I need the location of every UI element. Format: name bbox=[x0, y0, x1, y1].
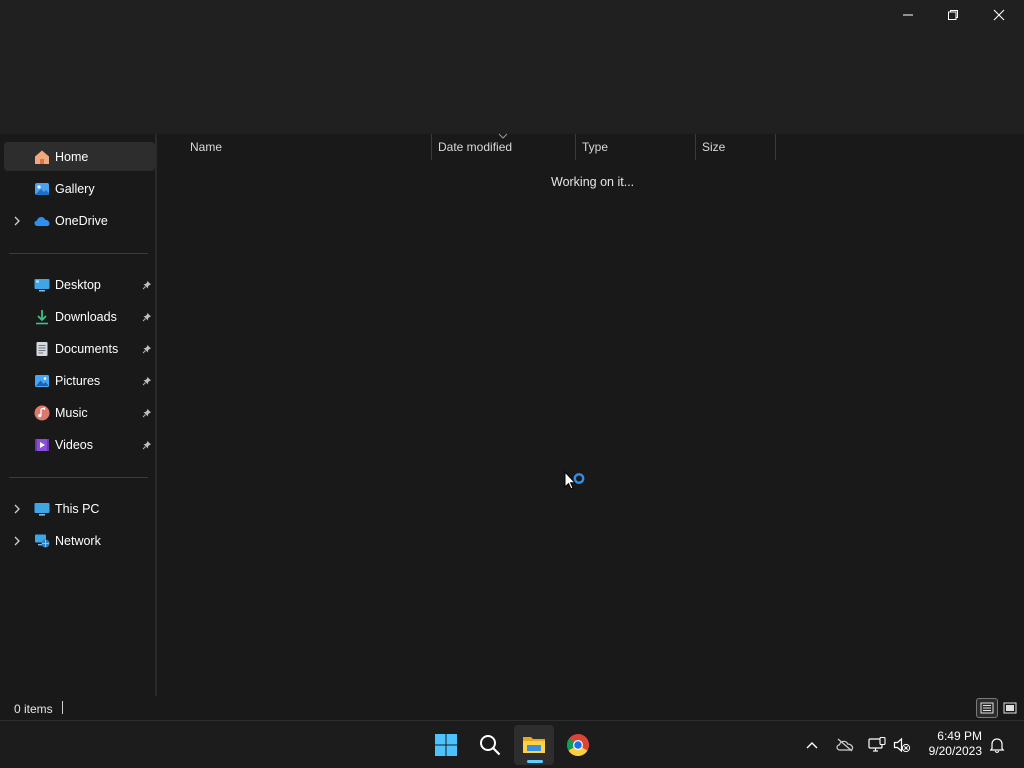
search-icon bbox=[480, 735, 501, 756]
pin-icon[interactable] bbox=[141, 439, 153, 451]
home-icon bbox=[33, 148, 51, 166]
chevron-right-icon[interactable] bbox=[12, 535, 22, 547]
column-header-name[interactable]: Name bbox=[185, 134, 432, 160]
sidebar-item-label: Gallery bbox=[55, 181, 95, 196]
chrome-icon bbox=[566, 734, 589, 756]
gallery-icon bbox=[33, 180, 51, 198]
show-hidden-icons-button[interactable] bbox=[800, 733, 824, 757]
large-icons-view-button[interactable] bbox=[999, 698, 1021, 718]
chevron-up-icon bbox=[806, 742, 818, 749]
loading-status-text: Working on it... bbox=[551, 175, 635, 189]
chevron-right-icon[interactable] bbox=[12, 503, 22, 515]
start-button[interactable] bbox=[426, 725, 466, 765]
sidebar-item-downloads[interactable]: Downloads bbox=[4, 302, 155, 331]
taskbar: 6:49 PM 9/20/2023 bbox=[0, 720, 1024, 768]
clock-date: 9/20/2023 bbox=[928, 744, 982, 758]
sidebar-item-music[interactable]: Music bbox=[4, 398, 155, 427]
sidebar-item-label: Documents bbox=[55, 341, 119, 356]
large-icons-view-icon bbox=[1003, 702, 1017, 714]
sidebar-item-label: Downloads bbox=[55, 309, 117, 324]
file-list-view: Name Date modified Type Size Working on … bbox=[159, 133, 1024, 696]
sidebar-item-label: Pictures bbox=[55, 373, 101, 388]
restore-button[interactable] bbox=[930, 0, 976, 30]
network-icon bbox=[33, 532, 51, 550]
pin-icon[interactable] bbox=[141, 407, 153, 419]
sidebar-item-label: Network bbox=[55, 533, 101, 548]
column-header-type[interactable]: Type bbox=[576, 134, 696, 160]
volume-tray-button[interactable] bbox=[890, 733, 914, 757]
file-explorer-window: Home Gallery OneDrive Desktop Downloads … bbox=[0, 0, 1024, 768]
sidebar-item-this-pc[interactable]: This PC bbox=[4, 494, 155, 523]
navigation-pane: Home Gallery OneDrive Desktop Downloads … bbox=[0, 134, 157, 696]
music-icon bbox=[33, 404, 51, 422]
details-view-button[interactable] bbox=[976, 698, 998, 718]
sidebar-item-gallery[interactable]: Gallery bbox=[4, 174, 155, 203]
title-bar bbox=[0, 0, 1024, 134]
sidebar-item-label: Home bbox=[55, 149, 89, 164]
status-separator bbox=[62, 701, 63, 714]
pin-icon[interactable] bbox=[141, 375, 153, 387]
notifications-button[interactable] bbox=[985, 733, 1009, 757]
videos-icon bbox=[33, 436, 51, 454]
close-icon bbox=[993, 9, 1005, 21]
sidebar-item-videos[interactable]: Videos bbox=[4, 430, 155, 459]
item-count: 0 items bbox=[14, 702, 53, 716]
active-app-indicator bbox=[527, 760, 543, 763]
sidebar-divider bbox=[9, 477, 148, 478]
pin-icon[interactable] bbox=[141, 311, 153, 323]
sort-caret-icon bbox=[498, 133, 508, 139]
sidebar-item-label: This PC bbox=[55, 501, 100, 516]
sidebar-item-onedrive[interactable]: OneDrive bbox=[4, 206, 155, 235]
downloads-icon bbox=[33, 308, 51, 326]
start-icon bbox=[435, 734, 457, 756]
documents-icon bbox=[33, 340, 51, 358]
sidebar-item-network[interactable]: Network bbox=[4, 526, 155, 555]
clock-time: 6:49 PM bbox=[937, 729, 982, 743]
this-pc-icon bbox=[33, 500, 51, 518]
taskbar-clock[interactable]: 6:49 PM 9/20/2023 bbox=[916, 729, 982, 759]
sidebar-item-label: OneDrive bbox=[55, 213, 108, 228]
network-tray-button[interactable] bbox=[865, 733, 889, 757]
sidebar-item-home[interactable]: Home bbox=[4, 142, 155, 171]
file-explorer-icon bbox=[523, 737, 545, 753]
sidebar-divider bbox=[9, 253, 148, 254]
desktop-icon bbox=[33, 276, 51, 294]
status-bar: 0 items bbox=[0, 696, 1024, 720]
search-button[interactable] bbox=[470, 725, 510, 765]
network-tray-icon bbox=[868, 737, 886, 752]
bell-icon bbox=[989, 738, 1005, 753]
sidebar-item-desktop[interactable]: Desktop bbox=[4, 270, 155, 299]
sidebar-item-label: Videos bbox=[55, 437, 93, 452]
details-view-icon bbox=[980, 702, 994, 714]
pictures-icon bbox=[33, 372, 51, 390]
file-explorer-taskbar-button[interactable] bbox=[514, 725, 554, 765]
volume-muted-icon bbox=[893, 737, 911, 753]
close-button[interactable] bbox=[976, 0, 1022, 30]
onedrive-icon bbox=[33, 212, 51, 230]
restore-icon bbox=[948, 10, 958, 20]
sidebar-item-label: Desktop bbox=[55, 277, 101, 292]
onedrive-offline-icon bbox=[836, 738, 854, 752]
sidebar-item-documents[interactable]: Documents bbox=[4, 334, 155, 363]
onedrive-tray-button[interactable] bbox=[833, 733, 857, 757]
column-headers: Name Date modified Type Size bbox=[159, 133, 1024, 160]
pin-icon[interactable] bbox=[141, 343, 153, 355]
sidebar-item-label: Music bbox=[55, 405, 88, 420]
pin-icon[interactable] bbox=[141, 279, 153, 291]
busy-cursor-icon bbox=[564, 470, 585, 490]
minimize-icon bbox=[903, 14, 913, 16]
chevron-right-icon[interactable] bbox=[12, 215, 22, 227]
minimize-button[interactable] bbox=[885, 0, 931, 30]
sidebar-item-pictures[interactable]: Pictures bbox=[4, 366, 155, 395]
chrome-taskbar-button[interactable] bbox=[558, 725, 598, 765]
column-header-size[interactable]: Size bbox=[696, 134, 776, 160]
